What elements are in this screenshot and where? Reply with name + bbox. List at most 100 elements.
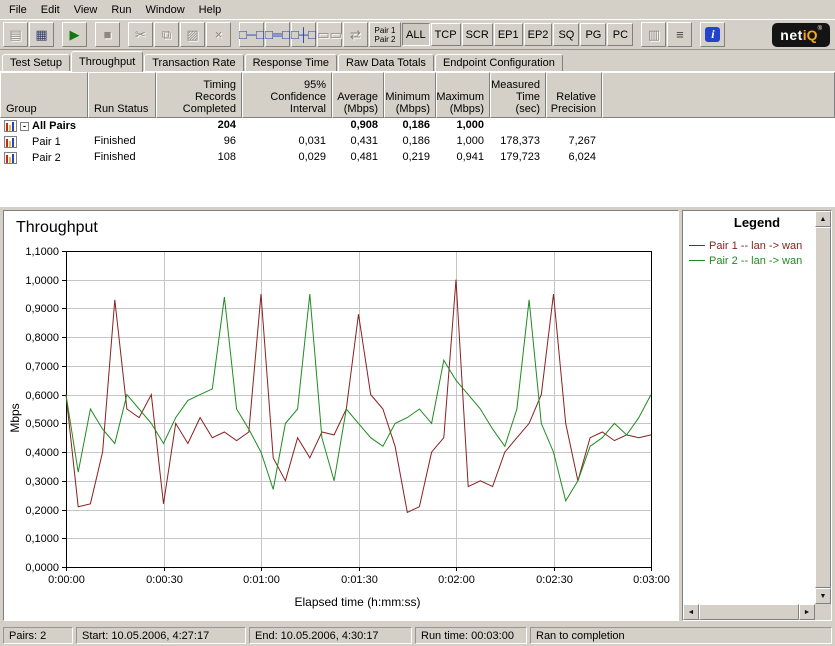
view-ep1-button[interactable]: EP1 (494, 23, 523, 46)
tab-response-time[interactable]: Response Time (245, 54, 337, 71)
list-icon: ≡ (676, 28, 684, 41)
legend-horizontal-scrollbar[interactable]: ◄ ► (683, 604, 815, 620)
logo-text-net: net (780, 27, 803, 43)
scroll-down-arrow-icon[interactable]: ▼ (815, 588, 831, 604)
column-header-line: Run Status (94, 103, 150, 115)
printer-icon: ▦ (35, 28, 47, 41)
column-header-measured_time[interactable]: MeasuredTime (sec) (490, 72, 546, 118)
confidence-cell: 0,031 (242, 134, 332, 150)
horizontal-scroll-thumb[interactable] (699, 604, 799, 620)
pair-chart-icon (4, 152, 17, 164)
legend-item-2[interactable]: Pair 2 -- lan -> wan (689, 253, 827, 268)
column-header-group[interactable]: Group (0, 72, 88, 118)
column-header-line: Interval (290, 103, 326, 115)
column-header-minimum[interactable]: Minimum(Mbps) (384, 72, 436, 118)
throughput-chart: 0,00000,10000,20000,30000,40000,50000,60… (5, 237, 677, 593)
toolbar-separator (634, 22, 641, 47)
view-pg-button[interactable]: PG (580, 23, 606, 46)
show-list-button[interactable]: ≡ (667, 22, 692, 47)
status-bar: Pairs: 2Start: 10.05.2006, 4:27:17End: 1… (0, 624, 835, 646)
menu-run[interactable]: Run (104, 2, 138, 18)
x-tick-label: 0:01:30 (341, 574, 378, 586)
menu-file[interactable]: File (2, 2, 34, 18)
menu-edit[interactable]: Edit (34, 2, 67, 18)
timing_records-cell: 108 (156, 150, 242, 166)
column-header-maximum[interactable]: Maximum(Mbps) (436, 72, 490, 118)
add-group-button[interactable]: □═□ (265, 22, 290, 47)
pair-filter-label: Pair 2 (375, 35, 396, 44)
table-row-all-pairs[interactable]: -All Pairs2040,9080,1861,000 (0, 118, 835, 134)
menu-window[interactable]: Window (139, 2, 192, 18)
view-scr-button[interactable]: SCR (462, 23, 493, 46)
scroll-left-arrow-icon[interactable]: ◄ (683, 604, 699, 620)
column-header-precision[interactable]: RelativePrecision (546, 72, 602, 118)
pair-filter-button[interactable]: Pair 1Pair 2 (369, 22, 401, 47)
add-pair-button[interactable]: □─□ (239, 22, 264, 47)
legend-item-1[interactable]: Pair 1 -- lan -> wan (689, 238, 827, 253)
menu-help[interactable]: Help (192, 2, 229, 18)
tab-test-setup[interactable]: Test Setup (2, 54, 70, 71)
delete-icon: × (215, 28, 223, 41)
view-tcp-button[interactable]: TCP (431, 23, 461, 46)
scroll-right-arrow-icon[interactable]: ► (799, 604, 815, 620)
column-header-line: Group (6, 103, 82, 115)
menu-view[interactable]: View (67, 2, 105, 18)
results-table: Group Run Status Timing RecordsCompleted95… (0, 71, 835, 207)
x-tick-label: 0:02:00 (438, 574, 475, 586)
tab-transaction-rate[interactable]: Transaction Rate (144, 54, 243, 71)
group-label: Pair 1 (32, 135, 61, 150)
chart-title: Throughput (16, 219, 98, 237)
toolbar-separator (121, 22, 128, 47)
x-tick-label: 0:01:00 (243, 574, 280, 586)
new-test-button: ▤ (3, 22, 28, 47)
view-ep2-button[interactable]: EP2 (524, 23, 553, 46)
maximum-cell: 0,941 (436, 150, 490, 166)
copy-icon: ⧉ (162, 28, 171, 41)
column-header-average[interactable]: Average(Mbps) (332, 72, 384, 118)
column-header-line: Maximum (436, 91, 484, 103)
view-sq-button[interactable]: SQ (553, 23, 579, 46)
toolbar: ▤▦▶■✂⧉▨×□─□□═□□┼□▭▭⇄Pair 1Pair 2ALLTCPSC… (0, 19, 835, 50)
view-all-button[interactable]: ALL (402, 23, 430, 46)
status-panel-run-time: Run time: 00:03:00 (415, 627, 527, 644)
legend-vertical-scrollbar[interactable]: ▲ ▼ (815, 211, 831, 604)
chart-panel: Throughput Mbps 0,00000,10000,20000,3000… (3, 210, 679, 621)
column-header-line: (Mbps) (344, 103, 378, 115)
measured_time-cell (490, 118, 546, 134)
about-button[interactable]: i (700, 22, 725, 47)
column-header-confidence[interactable]: 95% ConfidenceInterval (242, 72, 332, 118)
x-tick-label: 0:02:30 (536, 574, 573, 586)
table-row-pair-2[interactable]: Pair 2Finished1080,0290,4810,2190,941179… (0, 150, 835, 166)
print-button[interactable]: ▦ (29, 22, 54, 47)
column-header-line: Measured (491, 79, 540, 91)
y-tick-label: 0,7000 (25, 361, 59, 373)
confidence-cell (242, 118, 332, 134)
pair-icon: □─□ (239, 28, 264, 41)
column-header-run_status[interactable]: Run Status (88, 72, 156, 118)
precision-cell (546, 118, 602, 134)
table-row-pair-1[interactable]: Pair 1Finished960,0310,4310,1861,000178,… (0, 134, 835, 150)
tab-endpoint-configuration[interactable]: Endpoint Configuration (435, 54, 563, 71)
maximum-cell: 1,000 (436, 134, 490, 150)
x-tick-label: 0:00:30 (146, 574, 183, 586)
column-header-line: Completed (183, 103, 236, 115)
tab-raw-data-totals[interactable]: Raw Data Totals (338, 54, 434, 71)
run-test-button[interactable]: ▶ (62, 22, 87, 47)
vertical-scroll-thumb[interactable] (815, 227, 831, 588)
collapse-toggle[interactable]: - (20, 122, 29, 131)
edit-pair-button[interactable]: □┼□ (291, 22, 316, 47)
legend-label: Pair 1 -- lan -> wan (709, 240, 802, 252)
column-header-timing_records[interactable]: Timing RecordsCompleted (156, 72, 242, 118)
replicate-icon: ▭▭ (317, 28, 342, 41)
replicate-pair-button: ▭▭ (317, 22, 342, 47)
view-pc-button[interactable]: PC (607, 23, 633, 46)
scroll-up-arrow-icon[interactable]: ▲ (815, 211, 831, 227)
column-header-line: (Mbps) (450, 103, 484, 115)
column-header-line: Precision (551, 103, 596, 115)
toolbar-separator (693, 22, 700, 47)
y-tick-label: 0,6000 (25, 390, 59, 402)
run_status-cell: Finished (88, 134, 156, 150)
pair-filter-label: Pair 1 (375, 26, 396, 35)
tab-throughput[interactable]: Throughput (71, 51, 143, 72)
maximum-cell: 1,000 (436, 118, 490, 134)
